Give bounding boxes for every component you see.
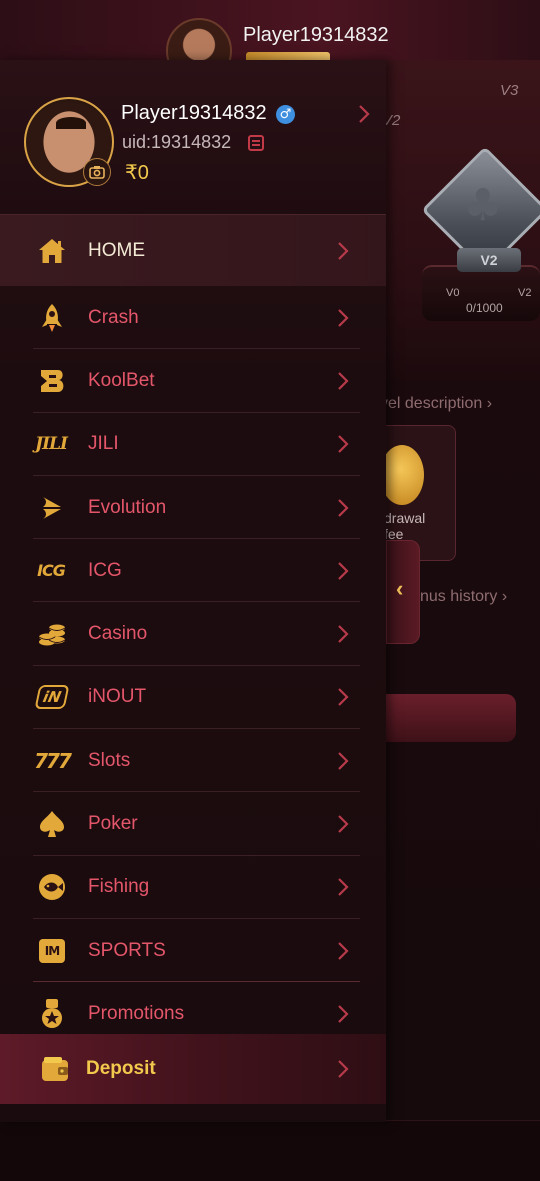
menu-item-inout[interactable]: iN iNOUT: [0, 666, 386, 730]
progress-start-label: V0: [446, 287, 460, 299]
progress-end-label: V2: [518, 287, 532, 299]
bonus-history-link[interactable]: nus history ›: [420, 588, 507, 606]
profile-section[interactable]: Player19314832 ♂ uid:19314832 ₹0: [0, 60, 386, 214]
level-label-v3: V3: [500, 82, 519, 99]
chevron-right-icon: [337, 498, 349, 518]
chevron-right-icon: [337, 561, 349, 581]
drawer-menu: HOME Crash KoolBet JILI JILI Evolution I…: [0, 214, 386, 1046]
menu-item-evolution[interactable]: Evolution: [0, 476, 386, 540]
side-drawer: Player19314832 ♂ uid:19314832 ₹0 HOME Cr…: [0, 60, 386, 1122]
menu-label-icg: ICG: [88, 559, 122, 581]
profile-uid: uid:19314832: [122, 132, 232, 152]
menu-item-casino[interactable]: Casino: [0, 602, 386, 666]
inout-logo-icon: iN: [34, 679, 70, 715]
evolution-logo-icon: [34, 490, 70, 526]
menu-item-home[interactable]: HOME: [0, 214, 386, 286]
camera-icon[interactable]: [83, 158, 111, 186]
menu-label-evolution: Evolution: [88, 496, 167, 518]
icg-logo-text: ICG: [37, 561, 66, 581]
copy-icon[interactable]: [248, 135, 264, 151]
menu-item-koolbet[interactable]: KoolBet: [0, 349, 386, 413]
trophy-level-label: V2: [457, 248, 521, 272]
club-icon: ♣: [463, 180, 503, 231]
menu-item-fishing[interactable]: Fishing: [0, 856, 386, 919]
menu-item-sports[interactable]: IM SPORTS: [0, 919, 386, 983]
chevron-right-icon[interactable]: [358, 104, 372, 123]
chevron-right-icon: [337, 241, 349, 261]
chevron-right-icon: [337, 1004, 349, 1024]
withdrawal-label: drawal: [384, 510, 426, 526]
background-action-button[interactable]: [386, 694, 516, 742]
rocket-icon: [34, 300, 70, 336]
menu-label-promotions: Promotions: [88, 1002, 185, 1024]
koolbet-logo-icon: [34, 363, 70, 399]
header-player-name: Player19314832: [243, 24, 389, 46]
menu-label-casino: Casino: [88, 623, 148, 645]
menu-item-icg[interactable]: ICG ICG: [0, 539, 386, 603]
chevron-right-icon: [337, 877, 349, 897]
inout-logo-text: iN: [41, 688, 63, 707]
bonus-history-label: nus history: [420, 588, 498, 605]
deposit-button[interactable]: Deposit: [0, 1034, 386, 1104]
fish-icon: [34, 869, 70, 905]
wallet-icon: [40, 1055, 70, 1083]
menu-label-home: HOME: [88, 239, 145, 261]
chevron-right-icon: [337, 434, 349, 454]
chevron-right-icon: [337, 751, 349, 771]
menu-label-koolbet: KoolBet: [88, 369, 155, 391]
coin-bag-icon: [380, 445, 424, 505]
sports-icon-text: IM: [44, 943, 60, 958]
chevron-right-icon: [337, 687, 349, 707]
chevron-right-icon: [337, 308, 349, 328]
progress-count: 0/1000: [466, 301, 503, 315]
menu-item-poker[interactable]: Poker: [0, 792, 386, 856]
menu-label-slots: Slots: [88, 749, 131, 771]
menu-label-jili: JILI: [88, 433, 119, 455]
sports-icon: IM: [34, 933, 70, 969]
chevron-right-icon: [337, 624, 349, 644]
level-description-link[interactable]: vel description ›: [380, 395, 492, 413]
menu-label-poker: Poker: [88, 813, 138, 835]
menu-label-sports: SPORTS: [88, 939, 166, 961]
slots-777-icon: 777: [32, 743, 72, 779]
chevron-right-icon: [337, 814, 349, 834]
deposit-label: Deposit: [86, 1058, 156, 1079]
menu-item-jili[interactable]: JILI JILI: [0, 413, 386, 476]
medal-icon: [34, 996, 70, 1032]
jili-logo-icon: JILI: [31, 426, 71, 462]
jili-logo-text: JILI: [35, 434, 68, 455]
home-icon: [34, 233, 70, 269]
chevron-right-icon: [337, 941, 349, 961]
spade-icon: [34, 806, 70, 842]
level-description-label: vel description: [380, 395, 483, 412]
menu-label-inout: iNOUT: [88, 686, 147, 708]
profile-username: Player19314832: [121, 102, 267, 124]
menu-label-crash: Crash: [88, 306, 139, 328]
casino-chips-icon: [34, 616, 70, 652]
icg-logo-icon: ICG: [31, 553, 71, 589]
profile-balance: ₹0: [125, 162, 149, 184]
bottom-nav-bar: [0, 1120, 540, 1181]
slots-icon-text: 777: [34, 748, 72, 773]
menu-item-slots[interactable]: 777 Slots: [0, 729, 386, 793]
chevron-left-icon: ‹: [396, 576, 404, 601]
male-gender-icon: ♂: [276, 105, 295, 124]
chevron-right-icon: [337, 371, 349, 391]
menu-item-crash[interactable]: Crash: [0, 286, 386, 350]
menu-label-fishing: Fishing: [88, 876, 150, 898]
chevron-right-icon: [337, 1059, 349, 1079]
